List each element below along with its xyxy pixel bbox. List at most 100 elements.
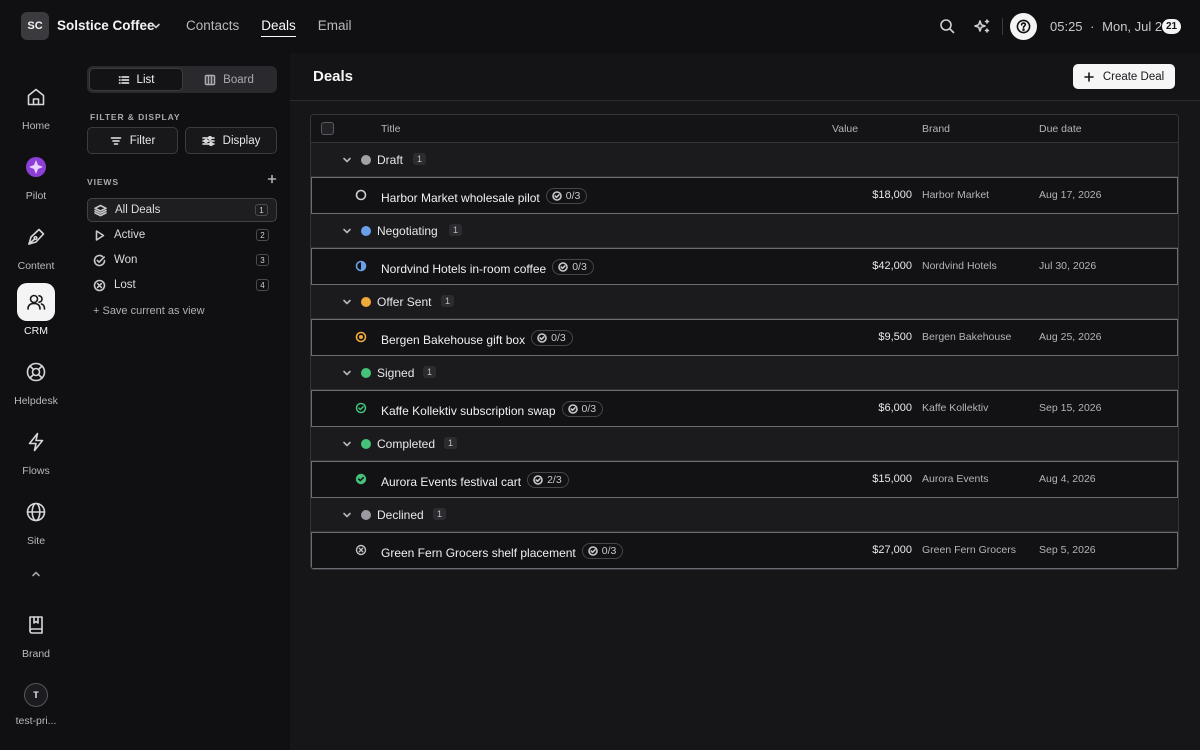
table-row[interactable]: Nordvind Hotels in-room coffee 0/3 $42,00…: [311, 248, 1178, 285]
column-brand[interactable]: Brand: [922, 123, 950, 135]
group-name: Draft: [377, 153, 404, 167]
chevron-down-icon[interactable]: [342, 297, 352, 307]
deal-due-date: Jul 30, 2026: [1039, 260, 1097, 272]
table-row[interactable]: Aurora Events festival cart 2/3 $15,000 A…: [311, 461, 1178, 498]
column-title[interactable]: Title: [381, 123, 400, 135]
rail-item-brand[interactable]: Brand: [0, 606, 72, 660]
view-lost[interactable]: Lost 4: [87, 273, 277, 297]
deal-title[interactable]: Harbor Market wholesale pilot: [381, 191, 540, 205]
group-header-negotiating[interactable]: Negotiating 1: [311, 214, 1178, 248]
display-button[interactable]: Display: [185, 127, 277, 154]
deal-title[interactable]: Kaffe Kollektiv subscription swap: [381, 404, 556, 418]
org-avatar[interactable]: SC: [21, 12, 49, 40]
group-header-offer-sent[interactable]: Offer Sent 1: [311, 285, 1178, 319]
deal-title[interactable]: Nordvind Hotels in-room coffee: [381, 262, 546, 276]
deal-brand: Green Fern Grocers: [922, 544, 1016, 556]
deals-table: Title Value Brand Due date Draft 1 Harbo…: [310, 114, 1179, 570]
circle-check-outline-icon: [355, 402, 367, 414]
sparkle-icon[interactable]: [974, 18, 991, 35]
group-header-signed[interactable]: Signed 1: [311, 356, 1178, 390]
rail-item-flows[interactable]: Flows: [0, 423, 72, 477]
group-count: 1: [433, 508, 447, 520]
clock-time: 05:25: [1050, 19, 1083, 34]
rail-item-content[interactable]: Content: [0, 218, 72, 272]
deal-due-date: Sep 5, 2026: [1039, 544, 1096, 556]
circle-dot-icon: [355, 331, 367, 343]
rail-label: Brand: [21, 648, 51, 660]
view-active[interactable]: Active 2: [87, 223, 277, 247]
check-circle-icon: [533, 475, 543, 485]
filter-section-label: FILTER & DISPLAY: [90, 112, 181, 122]
chevron-down-icon[interactable]: [342, 439, 352, 449]
circle-half-icon: [355, 260, 367, 272]
task-count: 2/3: [547, 474, 562, 486]
bolt-icon: [17, 423, 55, 461]
rail-item-home[interactable]: Home: [0, 78, 72, 132]
view-all-deals[interactable]: All Deals 1: [87, 198, 277, 222]
create-deal-button[interactable]: Create Deal: [1073, 64, 1175, 89]
status-dot: [361, 226, 371, 236]
deal-value: $6,000: [878, 402, 912, 414]
task-progress: 0/3: [581, 543, 624, 559]
deal-title[interactable]: Green Fern Grocers shelf placement: [381, 546, 576, 560]
views-section-label: VIEWS: [87, 177, 119, 187]
rail-item-pilot[interactable]: Pilot: [0, 148, 72, 202]
deals-main: Deals Create Deal Title Value Brand Due …: [290, 53, 1200, 750]
save-current-view-link[interactable]: + Save current as view: [93, 305, 205, 317]
chevron-down-icon[interactable]: [342, 155, 352, 165]
filter-button[interactable]: Filter: [87, 127, 178, 154]
table-row[interactable]: Harbor Market wholesale pilot 0/3 $18,000…: [311, 177, 1178, 214]
list-view-button[interactable]: List: [89, 68, 183, 91]
nav-email[interactable]: Email: [318, 18, 352, 37]
check-circle-icon: [558, 262, 568, 272]
plus-icon[interactable]: [267, 174, 277, 184]
group-header-draft[interactable]: Draft 1: [311, 143, 1178, 177]
notification-badge[interactable]: 21: [1162, 19, 1182, 34]
group-header-completed[interactable]: Completed 1: [311, 427, 1178, 461]
table-row[interactable]: Kaffe Kollektiv subscription swap 0/3 $6,…: [311, 390, 1178, 427]
book-icon: [17, 606, 55, 644]
deal-value: $15,000: [872, 473, 912, 485]
view-won[interactable]: Won 3: [87, 248, 277, 272]
board-icon: [204, 74, 216, 85]
rail-item-crm[interactable]: CRM: [0, 283, 72, 337]
circle-x-icon: [355, 544, 367, 556]
rail-label: Home: [21, 120, 50, 132]
deal-title[interactable]: Bergen Bakehouse gift box: [381, 333, 525, 347]
x-circle-icon: [93, 279, 107, 292]
select-all-checkbox[interactable]: [321, 122, 334, 135]
nav-deals[interactable]: Deals: [261, 18, 296, 37]
deal-brand: Nordvind Hotels: [922, 260, 997, 272]
column-due-date[interactable]: Due date: [1039, 123, 1082, 135]
rail-item-helpdesk[interactable]: Helpdesk: [0, 353, 72, 407]
column-value[interactable]: Value: [832, 123, 858, 135]
chevron-down-icon[interactable]: [342, 368, 352, 378]
view-count: 4: [256, 279, 269, 291]
view-count: 3: [256, 254, 269, 266]
view-count: 2: [256, 229, 269, 241]
rail-item-site[interactable]: Site: [0, 493, 72, 547]
search-icon[interactable]: [939, 18, 955, 34]
chevron-down-icon[interactable]: [150, 20, 162, 32]
create-deal-label: Create Deal: [1102, 70, 1165, 83]
table-row[interactable]: Bergen Bakehouse gift box 0/3 $9,500 Berg…: [311, 319, 1178, 356]
chevron-up-icon[interactable]: [30, 568, 42, 580]
task-count: 0/3: [581, 403, 597, 415]
status-dot: [361, 368, 371, 378]
rail-item-user[interactable]: T test-pri...: [0, 683, 72, 727]
deal-value: $27,000: [872, 544, 912, 556]
help-icon[interactable]: [1010, 13, 1037, 40]
org-name[interactable]: Solstice Coffee: [57, 18, 155, 33]
view-label: Won: [114, 254, 138, 266]
nav-contacts[interactable]: Contacts: [186, 18, 239, 37]
display-label: Display: [222, 134, 261, 147]
chevron-down-icon[interactable]: [342, 226, 352, 236]
globe-icon: [17, 493, 55, 531]
deal-title[interactable]: Aurora Events festival cart: [381, 475, 521, 489]
lifebuoy-icon: [17, 353, 55, 391]
chevron-down-icon[interactable]: [342, 510, 352, 520]
table-row[interactable]: Green Fern Grocers shelf placement 0/3 $2…: [311, 532, 1178, 569]
board-view-button[interactable]: Board: [183, 68, 275, 91]
group-header-declined[interactable]: Declined 1: [311, 498, 1178, 532]
group-count: 1: [444, 437, 458, 449]
